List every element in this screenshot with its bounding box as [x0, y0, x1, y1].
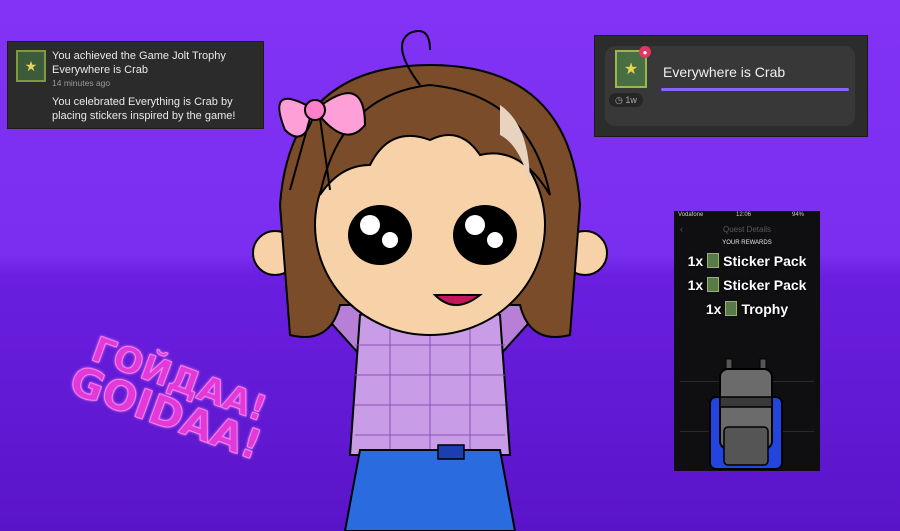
sticker-pack-icon [707, 253, 720, 268]
character-illustration [252, 30, 608, 531]
reward-label: Sticker Pack [723, 253, 807, 269]
trophy-age: 1w [625, 95, 637, 105]
carrier-label: Vodafone [678, 212, 704, 218]
trophy-age-badge: ◷ 1w [609, 93, 643, 107]
notification-title-line1: You achieved the Game Jolt Trophy [52, 50, 226, 62]
battery-level: 94% [792, 212, 805, 218]
clock-icon: ◷ [615, 95, 623, 105]
trophy-notification[interactable]: ★ You achieved the Game Jolt Trophy Ever… [7, 41, 264, 129]
backpack-sticker-icon [709, 358, 783, 470]
trophy-progress-bar [661, 88, 849, 91]
reward-qty: 1x [687, 253, 704, 269]
phone-status-bar: Vodafone 12:06 94% [674, 211, 820, 221]
notification-title-line2: Everywhere is Crab [52, 64, 148, 76]
trophy-thumbnail-icon: ★ [16, 50, 46, 82]
trophy-mini-icon [725, 301, 738, 316]
quest-header: Quest Details [722, 225, 772, 234]
lock-badge-icon: ● [639, 46, 651, 58]
reward-row: 1x Sticker Pack [674, 253, 820, 269]
notification-timestamp: 14 minutes ago [52, 78, 111, 88]
reward-qty: 1x [705, 301, 722, 317]
trophy-name: Everywhere is Crab [663, 64, 786, 80]
rewards-label: YOUR REWARDS [722, 240, 772, 246]
reward-label: Sticker Pack [723, 277, 807, 293]
trophy-card[interactable]: ★ ● Everywhere is Crab ◷ 1w [594, 35, 868, 137]
reward-qty: 1x [687, 277, 704, 293]
notification-body: You celebrated Everything is Crab by pla… [52, 96, 236, 122]
reward-row: 1x Trophy [674, 301, 820, 317]
clock-time: 12:06 [736, 212, 752, 218]
reward-label: Trophy [741, 301, 789, 317]
sticker-pack-icon [707, 277, 720, 292]
reward-row: 1x Sticker Pack [674, 277, 820, 293]
